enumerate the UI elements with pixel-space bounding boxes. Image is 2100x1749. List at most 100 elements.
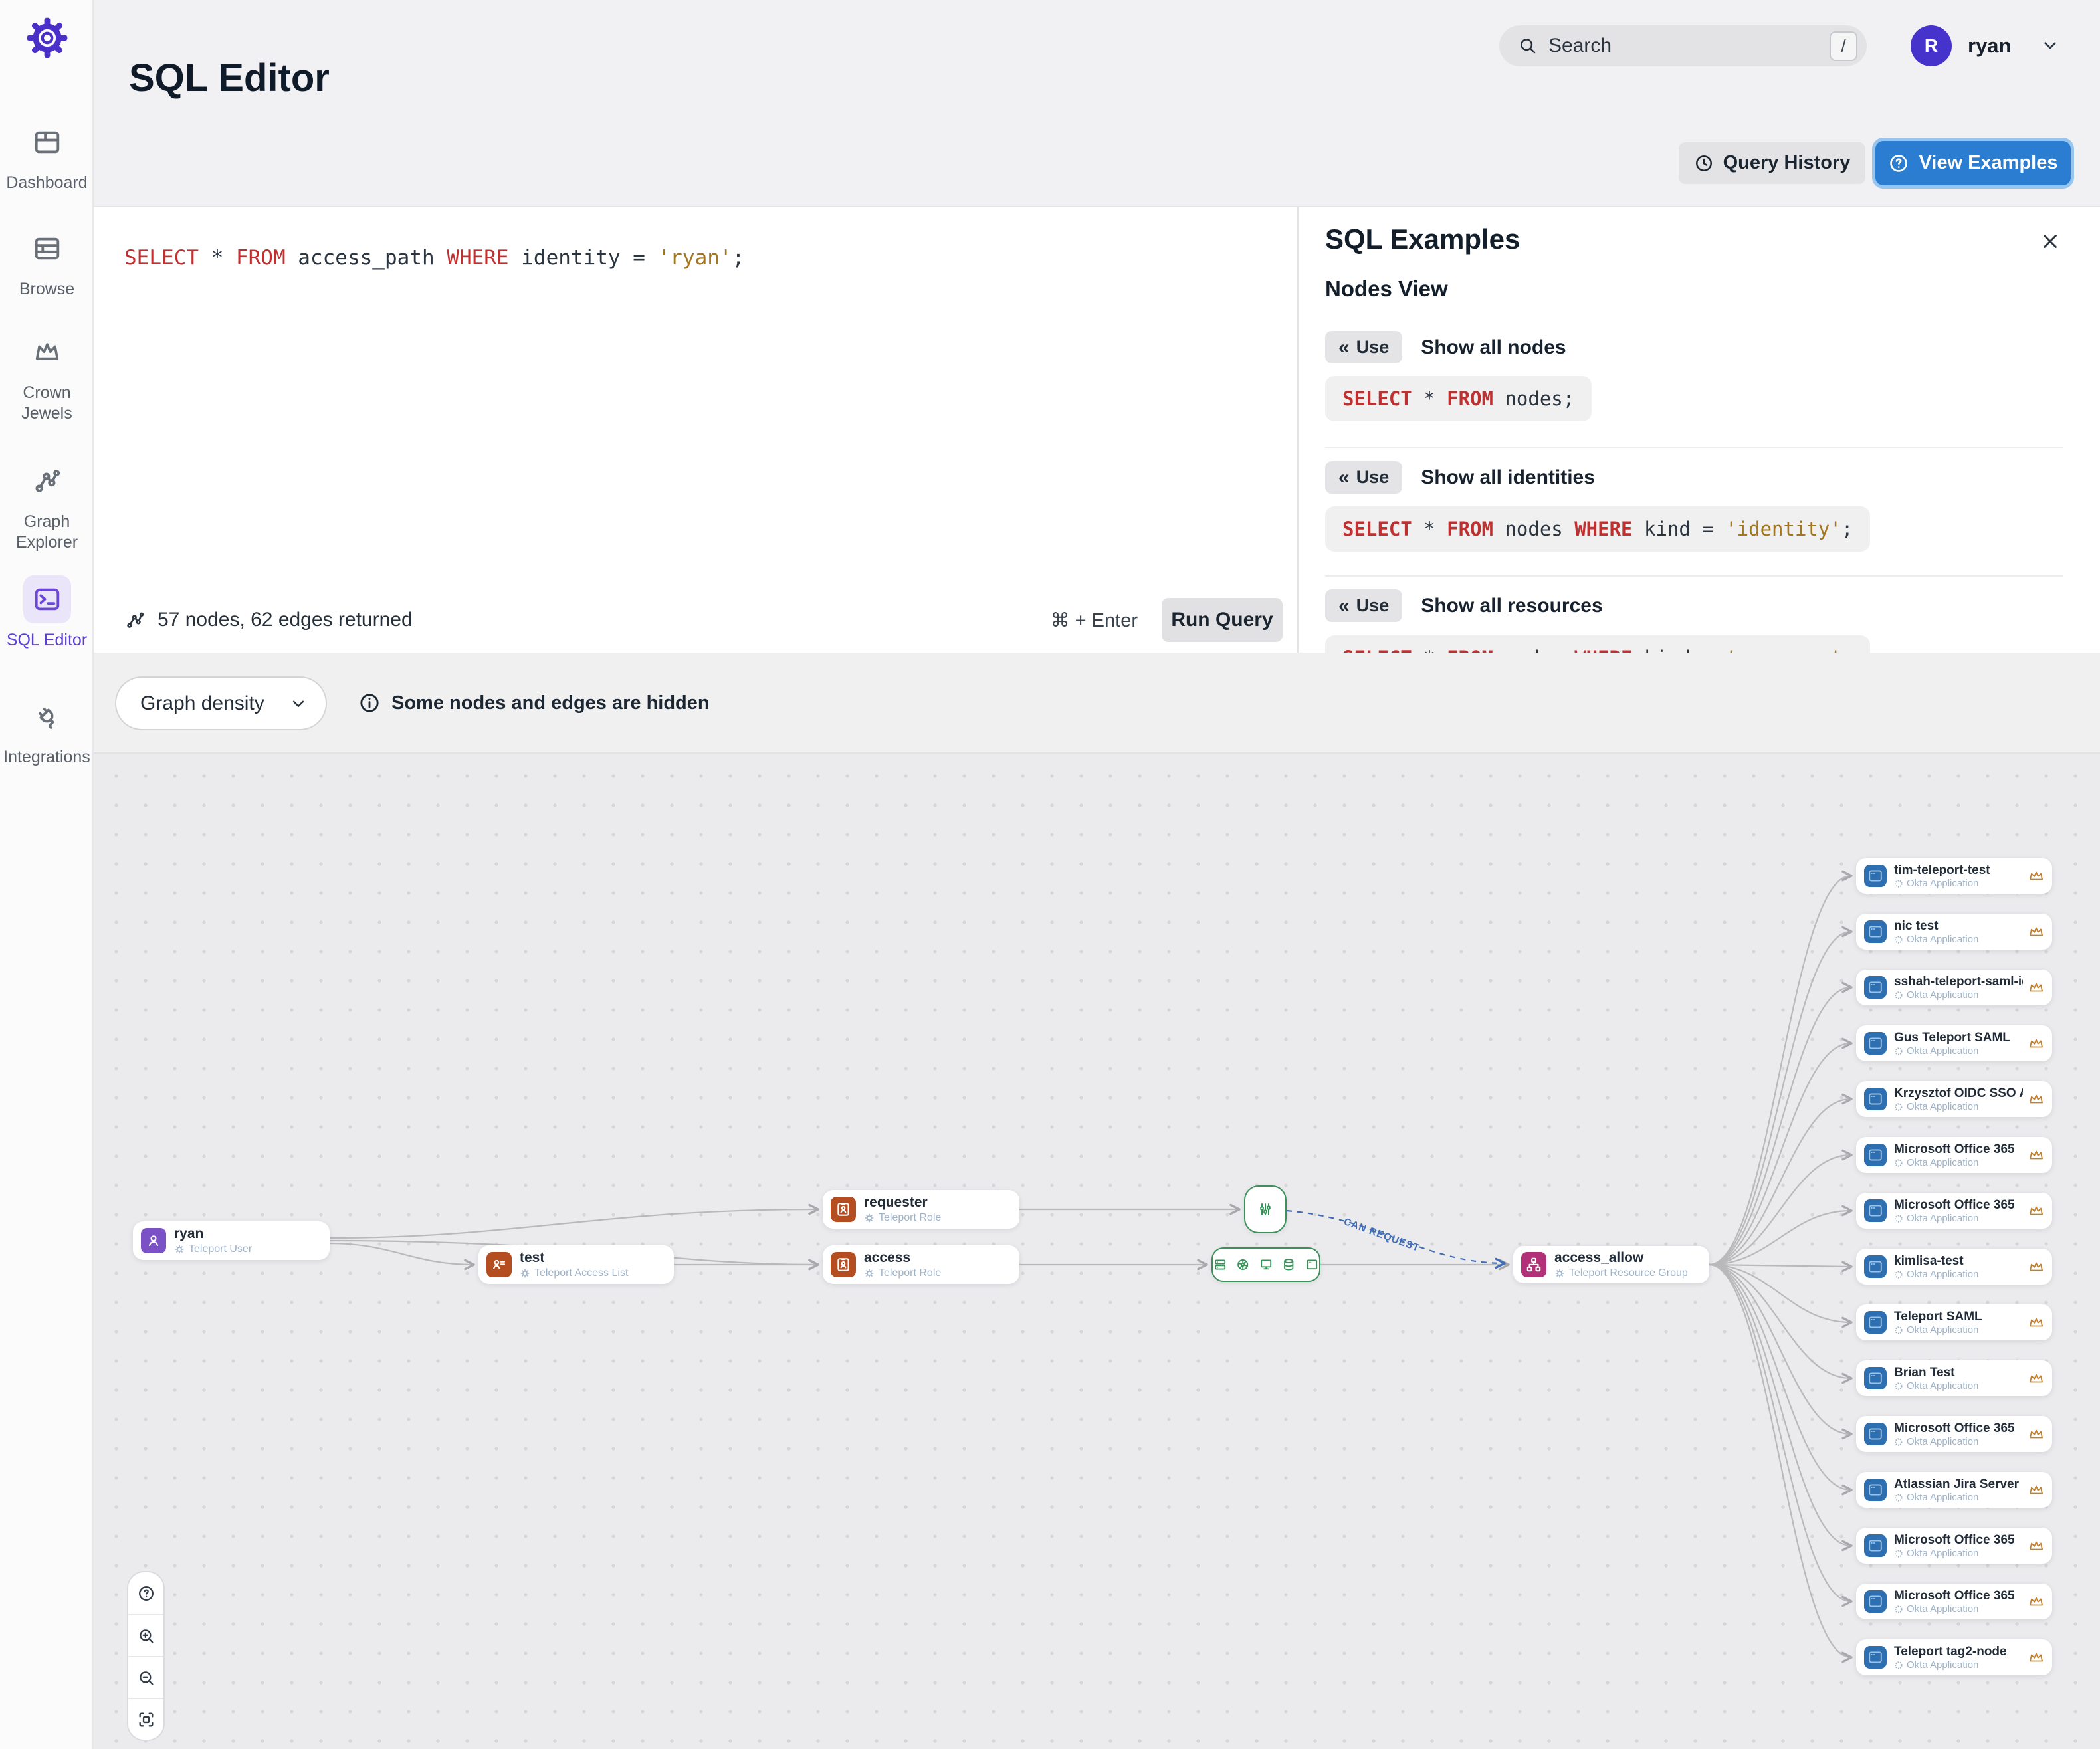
database-icon [1284,1259,1294,1271]
okta-icon [1894,935,1903,944]
crown-icon[interactable] [2028,1539,2044,1552]
crown-icon[interactable] [2028,1148,2044,1162]
graph-density-dropdown[interactable]: Graph density [115,676,327,730]
sidebar-item-graph-explorer[interactable]: Graph Explorer [0,457,94,553]
okta-icon [1894,1102,1903,1112]
graph-node-okta-app[interactable]: sshah-teleport-saml-idp... Okta Applicat… [1856,970,2052,1005]
app-window-icon [1864,1311,1887,1334]
graph-node-access-allow[interactable]: access_allow Teleport Resource Group [1513,1246,1709,1283]
example-code[interactable]: SELECT * FROM nodes WHERE kind = 'resour… [1325,635,1871,653]
search-bar[interactable]: / [1499,25,1867,66]
node-title: access_allow [1554,1250,1644,1265]
crown-icon[interactable] [2028,925,2044,938]
sql-query-editor[interactable]: SELECT * FROM access_path WHERE identity… [94,207,1297,653]
graph-node-okta-app[interactable]: Krzysztof OIDC SSO App Okta Application [1856,1081,2052,1117]
node-subtitle: Teleport Role [879,1267,942,1279]
graph-node-okta-app[interactable]: Microsoft Office 365 Okta Application [1856,1416,2052,1452]
graph-canvas[interactable]: CAN REQUEST ryan Teleport User test Tele… [94,754,2100,1749]
okta-icon [1894,1158,1903,1168]
example-code[interactable]: SELECT * FROM nodes; [1325,376,1592,421]
zoom-in-button[interactable] [128,1614,163,1656]
run-query-button[interactable]: Run Query [1162,598,1283,642]
app-logo-gear-icon[interactable] [24,15,70,61]
node-subtitle: Okta Application [1907,933,1979,945]
chevron-down-icon[interactable] [2040,35,2061,56]
divider [1325,575,2063,577]
username[interactable]: ryan [1968,25,2011,66]
crown-icon[interactable] [2028,1260,2044,1273]
graph-node-okta-app[interactable]: kimlisa-test Okta Application [1856,1249,2052,1285]
gear-icon [864,1213,875,1223]
node-title: ryan [174,1226,204,1241]
crown-icon[interactable] [2028,1037,2044,1050]
plug-icon [38,707,54,729]
graph-node-okta-app[interactable]: Microsoft Office 365 Okta Application [1856,1193,2052,1229]
double-left-angle-icon: « [1338,594,1350,617]
crown-icon[interactable] [2028,1092,2044,1106]
app-window-icon [1864,1590,1887,1613]
search-input[interactable] [1548,35,1788,57]
close-icon[interactable] [2039,230,2061,253]
graph-node-requester[interactable]: requester Teleport Role [823,1190,1019,1229]
crown-icon[interactable] [2028,1427,2044,1441]
graph-node-okta-app[interactable]: Gus Teleport SAML Okta Application [1856,1025,2052,1061]
use-example-button[interactable]: «Use [1325,331,1403,363]
help-button[interactable] [128,1572,163,1614]
graph-node-ryan[interactable]: ryan Teleport User [133,1221,330,1260]
sidebar-item-browse[interactable]: Browse [0,225,94,300]
example-code[interactable]: SELECT * FROM nodes WHERE kind = 'identi… [1325,506,1871,552]
graph-node-okta-app[interactable]: nic test Okta Application [1856,914,2052,950]
okta-icon [1894,1270,1903,1279]
app-window-icon [1864,1199,1887,1222]
graph-node-okta-app[interactable]: Microsoft Office 365 Okta Application [1856,1137,2052,1173]
query-text[interactable]: SELECT * FROM access_path WHERE identity… [124,246,744,270]
graph-node-okta-app[interactable]: Microsoft Office 365 Okta Application [1856,1584,2052,1619]
query-history-button[interactable]: Query History [1679,142,1865,184]
crown-icon[interactable] [2028,981,2044,994]
graph-node-test[interactable]: test Teleport Access List [478,1245,674,1284]
crown-icon[interactable] [2028,1595,2044,1608]
crown-icon[interactable] [2028,1651,2044,1664]
app-window-icon [1864,1367,1887,1389]
crown-icon[interactable] [2028,1316,2044,1329]
app-window-icon [1864,865,1887,887]
node-subtitle: Okta Application [1907,1659,1979,1671]
app-window-icon [1864,1534,1887,1557]
node-title: access [864,1250,911,1265]
crown-icon[interactable] [2028,1204,2044,1217]
graph-node-okta-app[interactable]: Teleport tag2-node Okta Application [1856,1639,2052,1675]
gear-icon [1554,1268,1565,1279]
sidebar-item-integrations[interactable]: Integrations [0,692,94,768]
sidebar-item-dashboard[interactable]: Dashboard [0,118,94,193]
graph-node-okta-app[interactable]: Brian Test Okta Application [1856,1360,2052,1396]
graph-node-okta-app[interactable]: tim-teleport-test Okta Application [1856,858,2052,894]
divider [1325,447,2063,448]
graph-node-access[interactable]: access Teleport Role [823,1245,1019,1284]
crown-icon[interactable] [2028,1372,2044,1385]
node-title: Microsoft Office 365 [1894,1142,2015,1156]
zoom-out-button[interactable] [128,1656,163,1698]
result-count: 57 nodes, 62 edges returned [158,609,413,631]
topbar: SQL Editor / R ryan Query History View E… [94,0,2100,207]
role-badge-icon [831,1197,856,1222]
graph-node-okta-app[interactable]: Teleport SAML Okta Application [1856,1304,2052,1340]
view-examples-button[interactable]: View Examples [1875,141,2071,185]
app-window-icon [1864,920,1887,943]
sidebar-item-crown-jewels[interactable]: Crown Jewels [0,328,94,424]
node-subtitle: Okta Application [1907,1212,1979,1224]
use-example-button[interactable]: «Use [1325,461,1403,494]
use-example-button[interactable]: «Use [1325,589,1403,622]
zoom-in-icon [139,1629,153,1643]
crown-icon[interactable] [2028,869,2044,882]
app-window-icon [1864,1032,1887,1055]
desktop-icon [1261,1259,1271,1270]
graph-group-resources[interactable] [1211,1247,1320,1282]
run-shortcut-hint: ⌘ + Enter [1050,609,1138,631]
crown-icon[interactable] [2028,1483,2044,1496]
fit-view-button[interactable] [128,1698,163,1740]
graph-group-sliders[interactable] [1244,1185,1287,1233]
avatar[interactable]: R [1911,25,1952,66]
sidebar-item-sql-editor[interactable]: SQL Editor [0,575,94,651]
graph-node-okta-app[interactable]: Microsoft Office 365 Okta Application [1856,1528,2052,1564]
graph-node-okta-app[interactable]: Atlassian Jira Server Okta Application [1856,1472,2052,1508]
